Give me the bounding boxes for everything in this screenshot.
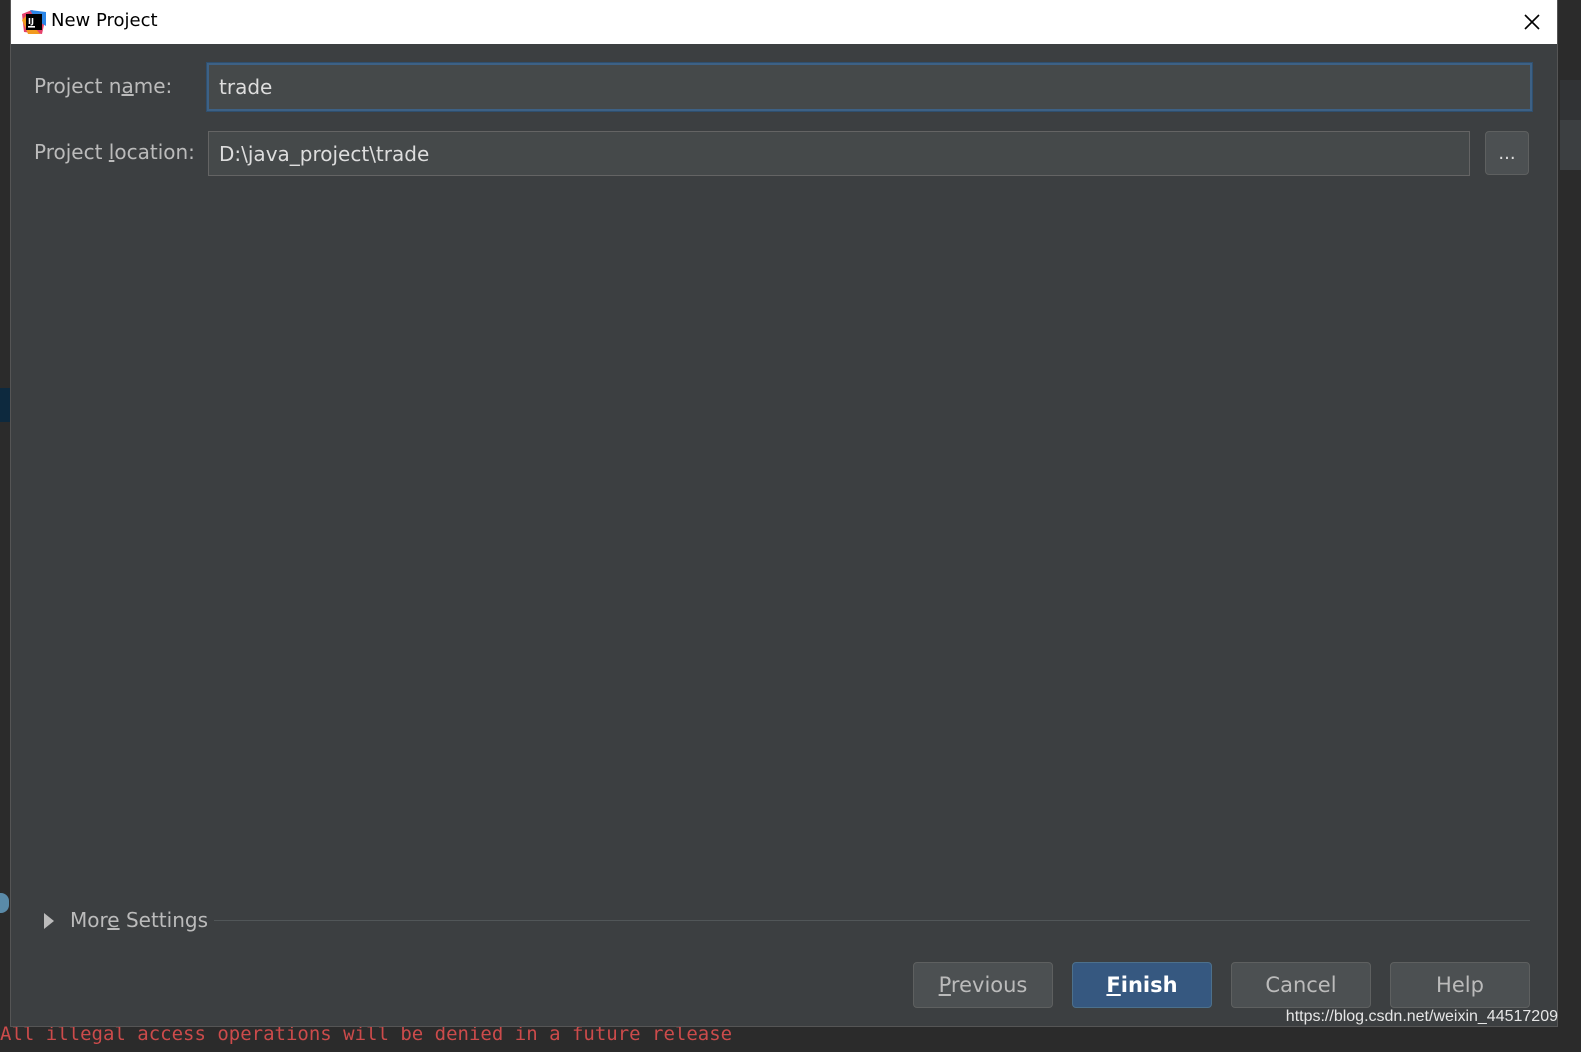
previous-button[interactable]: Previous [913,962,1053,1008]
project-location-value: D:\java_project\trade [219,141,430,166]
project-name-label: Project name: [34,74,173,98]
finish-button[interactable]: Finish [1072,962,1212,1008]
dialog-titlebar: IJ New Project [11,0,1557,44]
cancel-button[interactable]: Cancel [1231,962,1371,1008]
project-name-value: trade [219,75,273,99]
dialog-title: New Project [51,10,158,31]
background-ide-right-edge [1557,0,1581,1047]
background-tab-strip [1560,80,1581,120]
new-project-dialog: IJ New Project Project name: trade Proje… [11,0,1557,1026]
background-indicator [0,893,9,913]
project-location-label: Project location: [34,140,195,164]
background-panel [1560,120,1581,170]
more-settings-label: More Settings [70,908,208,932]
intellij-app-icon: IJ [22,10,46,34]
more-settings-toggle[interactable]: More Settings [41,905,1531,937]
background-selected-row [0,388,11,422]
expand-triangle-icon [44,913,54,929]
more-settings-divider [214,920,1530,921]
browse-location-button[interactable]: ... [1485,131,1529,175]
svg-text:IJ: IJ [28,17,34,26]
background-ide-left-edge [0,0,11,1047]
close-icon[interactable] [1515,5,1549,39]
project-name-input[interactable]: trade [207,63,1532,111]
project-location-input[interactable]: D:\java_project\trade [208,131,1470,176]
watermark-url: https://blog.csdn.net/weixin_44517209 [1285,1008,1558,1025]
help-button[interactable]: Help [1390,962,1530,1008]
